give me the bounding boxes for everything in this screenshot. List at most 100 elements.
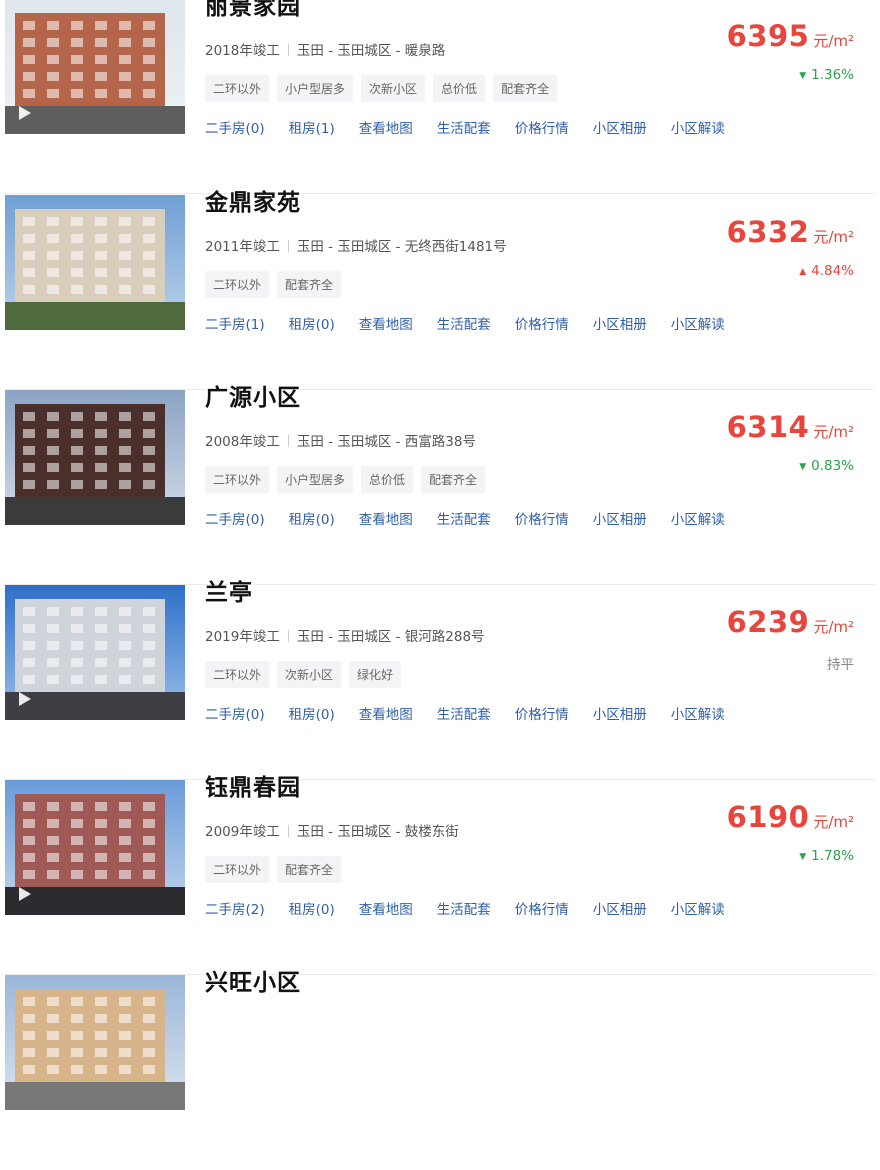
price-change-value: 4.84% (811, 263, 854, 279)
link-album[interactable]: 小区相册 (593, 117, 647, 137)
community-name[interactable]: 兰亭 (205, 573, 253, 607)
link-analysis[interactable]: 小区解读 (671, 703, 725, 723)
build-year: 2019年竣工 (205, 629, 280, 645)
meta-divider (287, 44, 289, 56)
community-links: 二手房(0) 租房(0) 查看地图 生活配套 价格行情 小区相册 小区解读 (205, 508, 749, 528)
price-change: 持平 (827, 653, 854, 673)
price-change-value: 1.78% (811, 848, 854, 864)
community-links: 二手房(0) 租房(1) 查看地图 生活配套 价格行情 小区相册 小区解读 (205, 117, 749, 137)
community-photo[interactable] (5, 975, 185, 1110)
link-resale[interactable]: 二手房(2) (205, 898, 265, 918)
community-name[interactable]: 兴旺小区 (205, 963, 301, 997)
community-item: 兴旺小区 (0, 970, 880, 1170)
community-name[interactable]: 广源小区 (205, 378, 301, 412)
link-map[interactable]: 查看地图 (359, 508, 413, 528)
community-item: 金鼎家苑 2011年竣工 玉田 - 玉田城区 - 无终西街1481号 二环以外 配套齐全… (0, 190, 880, 390)
price-change-value: 0.83% (811, 458, 854, 474)
price-change: ▼ 1.78% (799, 848, 854, 864)
link-analysis[interactable]: 小区解读 (671, 117, 725, 137)
video-play-icon[interactable] (19, 692, 31, 706)
price-unit: 元/m² (813, 813, 854, 831)
tag-list: 二环以外 次新小区 绿化好 (205, 661, 402, 688)
feature-tag: 配套齐全 (421, 466, 486, 493)
arrow-down-icon: ▼ (799, 852, 807, 862)
feature-tag: 二环以外 (205, 466, 270, 493)
community-location: 玉田 - 玉田城区 - 鼓楼东街 (296, 824, 459, 840)
link-amenities[interactable]: 生活配套 (437, 898, 491, 918)
arrow-down-icon: ▼ (799, 71, 807, 81)
build-year: 2011年竣工 (205, 239, 280, 255)
community-meta: 2011年竣工 玉田 - 玉田城区 - 无终西街1481号 (205, 235, 507, 255)
link-map[interactable]: 查看地图 (359, 313, 413, 333)
feature-tag: 总价低 (433, 75, 486, 102)
community-photo[interactable] (5, 585, 185, 720)
link-resale[interactable]: 二手房(1) (205, 313, 265, 333)
average-price: 6395 元/m² (727, 19, 854, 53)
video-play-icon[interactable] (19, 887, 31, 901)
community-meta: 2019年竣工 玉田 - 玉田城区 - 银河路288号 (205, 625, 485, 645)
community-item: 广源小区 2008年竣工 玉田 - 玉田城区 - 西富路38号 二环以外 小户型居多 总价… (0, 385, 880, 585)
link-price-trend[interactable]: 价格行情 (515, 313, 569, 333)
link-amenities[interactable]: 生活配套 (437, 313, 491, 333)
video-play-icon[interactable] (19, 106, 31, 120)
link-price-trend[interactable]: 价格行情 (515, 117, 569, 137)
link-rental[interactable]: 租房(0) (289, 703, 335, 723)
link-album[interactable]: 小区相册 (593, 703, 647, 723)
link-resale[interactable]: 二手房(0) (205, 117, 265, 137)
arrow-up-icon: ▲ (799, 267, 807, 277)
average-price: 6332 元/m² (727, 215, 854, 249)
link-rental[interactable]: 租房(0) (289, 898, 335, 918)
row-divider (5, 193, 875, 194)
link-amenities[interactable]: 生活配套 (437, 117, 491, 137)
community-location: 玉田 - 玉田城区 - 西富路38号 (296, 434, 476, 450)
community-photo[interactable] (5, 0, 185, 134)
community-photo[interactable] (5, 390, 185, 525)
link-rental[interactable]: 租房(1) (289, 117, 335, 137)
link-resale[interactable]: 二手房(0) (205, 703, 265, 723)
community-links: 二手房(1) 租房(0) 查看地图 生活配套 价格行情 小区相册 小区解读 (205, 313, 749, 333)
feature-tag: 配套齐全 (493, 75, 558, 102)
price-value: 6395 (726, 19, 810, 53)
tag-list: 二环以外 配套齐全 (205, 856, 342, 883)
link-rental[interactable]: 租房(0) (289, 313, 335, 333)
link-map[interactable]: 查看地图 (359, 898, 413, 918)
community-name[interactable]: 钰鼎春园 (205, 768, 301, 802)
link-map[interactable]: 查看地图 (359, 703, 413, 723)
link-analysis[interactable]: 小区解读 (671, 898, 725, 918)
community-meta: 2018年竣工 玉田 - 玉田城区 - 暖泉路 (205, 39, 445, 59)
link-price-trend[interactable]: 价格行情 (515, 703, 569, 723)
link-album[interactable]: 小区相册 (593, 313, 647, 333)
community-name[interactable]: 丽景家园 (205, 0, 301, 21)
link-analysis[interactable]: 小区解读 (671, 508, 725, 528)
community-list: 丽景家园 2018年竣工 玉田 - 玉田城区 - 暖泉路 二环以外 小户型居多 次新小区总… (0, 0, 880, 1110)
community-meta: 2009年竣工 玉田 - 玉田城区 - 鼓楼东街 (205, 820, 459, 840)
tag-list: 二环以外 配套齐全 (205, 271, 342, 298)
feature-tag: 配套齐全 (277, 856, 342, 883)
link-album[interactable]: 小区相册 (593, 508, 647, 528)
price-value: 6239 (726, 605, 810, 639)
feature-tag: 小户型居多 (277, 466, 354, 493)
link-amenities[interactable]: 生活配套 (437, 508, 491, 528)
link-album[interactable]: 小区相册 (593, 898, 647, 918)
feature-tag: 绿化好 (349, 661, 402, 688)
build-year: 2008年竣工 (205, 434, 280, 450)
price-change: ▼ 0.83% (799, 458, 854, 474)
feature-tag: 小户型居多 (277, 75, 354, 102)
link-rental[interactable]: 租房(0) (289, 508, 335, 528)
link-price-trend[interactable]: 价格行情 (515, 508, 569, 528)
community-name[interactable]: 金鼎家苑 (205, 183, 301, 217)
link-amenities[interactable]: 生活配套 (437, 703, 491, 723)
link-analysis[interactable]: 小区解读 (671, 313, 725, 333)
price-value: 6314 (726, 410, 810, 444)
price-change: ▲ 4.84% (799, 263, 854, 279)
community-photo[interactable] (5, 195, 185, 330)
community-item: 兰亭 2019年竣工 玉田 - 玉田城区 - 银河路288号 二环以外 次新小区 绿化好二… (0, 580, 880, 780)
community-links: 二手房(0) 租房(0) 查看地图 生活配套 价格行情 小区相册 小区解读 (205, 703, 749, 723)
link-price-trend[interactable]: 价格行情 (515, 898, 569, 918)
link-map[interactable]: 查看地图 (359, 117, 413, 137)
price-unit: 元/m² (813, 228, 854, 246)
build-year: 2009年竣工 (205, 824, 280, 840)
community-photo[interactable] (5, 780, 185, 915)
meta-divider (287, 825, 289, 837)
link-resale[interactable]: 二手房(0) (205, 508, 265, 528)
